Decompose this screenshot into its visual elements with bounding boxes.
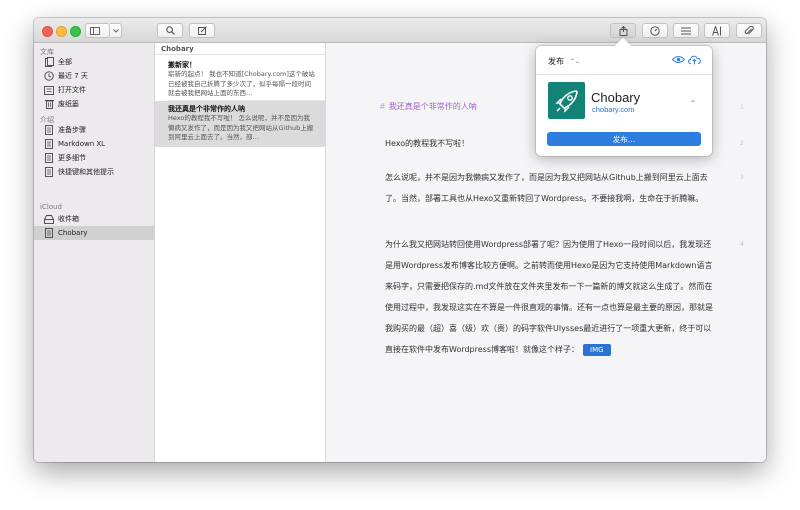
- outline-button[interactable]: [673, 23, 699, 38]
- library-sidebar: 文库 全部 最近 7 天 打开文件 废纸篓 介绍 准备步骤 Markdown X…: [34, 43, 155, 462]
- rocket-icon: [554, 89, 578, 113]
- paragraph-number: 4: [740, 241, 744, 248]
- divider: [155, 54, 326, 55]
- chevron-down-icon: [112, 28, 119, 33]
- preview-icon[interactable]: [672, 55, 685, 64]
- sidebar-item-markdown-xl[interactable]: Markdown XL: [34, 137, 154, 151]
- sheet-heading: # 我还真是个非常作的人呐: [379, 101, 477, 112]
- sidebar-item-last-7-days[interactable]: 最近 7 天: [34, 69, 154, 83]
- chevron-down-icon[interactable]: ⌄: [690, 96, 696, 104]
- sheet-preview: Hexo的教程我不写啦！ 怎么说呢，并不是因为我懒病又发作了，而是因为我又把网站…: [168, 114, 314, 141]
- paragraph-number: 2: [740, 140, 744, 147]
- paragraph: 怎么说呢，并不是因为我懒病又发作了，而是因为我又把网站从Github上搬到阿里云…: [385, 173, 708, 203]
- new-sheet-button[interactable]: [189, 23, 215, 38]
- sidebar-item-all[interactable]: 全部: [34, 55, 154, 69]
- trash-icon: [44, 99, 54, 109]
- inbox-icon: [44, 214, 54, 224]
- close-window-button[interactable]: [42, 26, 53, 37]
- paragraph: 为什么我又把网站转回使用Wordpress部署了呢？因为使用了Hexo一段时间以…: [385, 234, 715, 360]
- sheet-preview: 崭新的起点！ 我也不知道[Chobary.com]这个破站已经被我自己折腾了多少…: [168, 70, 315, 97]
- list-icon: [681, 27, 691, 34]
- paperclip-icon: [744, 25, 754, 34]
- minimize-window-button[interactable]: [56, 26, 67, 37]
- sidebar-item-label: 更多细节: [58, 154, 86, 162]
- toolbar: [34, 18, 766, 43]
- sidebar-item-label: Markdown XL: [58, 140, 106, 148]
- site-name: Chobary: [591, 90, 641, 105]
- sidebar-item-label: 打开文件: [58, 86, 86, 94]
- sheet-icon: [44, 167, 54, 177]
- sidebar-icon: [90, 26, 100, 35]
- compose-icon: [197, 26, 207, 35]
- divider: [536, 74, 712, 75]
- sheet-icon: [44, 125, 54, 135]
- publish-button[interactable]: 发布…: [547, 132, 701, 146]
- library-icon: [44, 57, 54, 67]
- site-url: chobary.com: [592, 105, 635, 114]
- text-style-icon: [712, 25, 721, 36]
- site-logo: [548, 82, 585, 119]
- publish-popover: 发布 ⌃⌄ Chobary chobary.com ⌄ 发布…: [536, 37, 712, 156]
- sidebar-item-label: 废纸篓: [58, 100, 79, 108]
- sheet-icon: [44, 153, 54, 163]
- typography-button[interactable]: [704, 23, 730, 38]
- search-button[interactable]: [157, 23, 183, 38]
- sheet-icon: [44, 139, 54, 149]
- sheet-card-selected[interactable]: 我还真是个非常作的人呐 Hexo的教程我不写啦！ 怎么说呢，并不是因为我懒病又发…: [155, 101, 325, 147]
- sheet-icon: [44, 228, 54, 238]
- sheet-title: 搬新家！: [168, 61, 196, 69]
- sidebar-item-shortcuts[interactable]: 快捷键和其他提示: [34, 165, 154, 179]
- chevron-up-down-icon: ⌃⌄: [570, 58, 581, 65]
- sheet-card[interactable]: 搬新家！ 崭新的起点！ 我也不知道[Chobary.com]这个破站已经被我自己…: [155, 57, 325, 97]
- sidebar-item-label: 收件箱: [58, 215, 79, 223]
- sidebar-item-preparation[interactable]: 准备步骤: [34, 123, 154, 137]
- section-label-icloud: iCloud: [40, 203, 62, 211]
- paragraph-text: 为什么我又把网站转回使用Wordpress部署了呢？因为使用了Hexo一段时间以…: [385, 240, 713, 354]
- share-icon: [619, 25, 627, 36]
- search-icon: [165, 26, 175, 35]
- sidebar-item-label: 最近 7 天: [58, 72, 88, 80]
- sidebar-item-open-files[interactable]: 打开文件: [34, 83, 154, 97]
- export-button[interactable]: [610, 23, 636, 38]
- publish-mode-value: 发布: [548, 57, 564, 66]
- image-placeholder[interactable]: IMG: [583, 343, 611, 356]
- sidebar-toggle-button[interactable]: [85, 23, 110, 38]
- view-menu-button[interactable]: [110, 23, 122, 38]
- heading-marker: #: [379, 102, 386, 111]
- clock-icon: [44, 71, 54, 81]
- zoom-window-button[interactable]: [70, 26, 81, 37]
- cloud-upload-icon[interactable]: [688, 55, 701, 65]
- sidebar-item-trash[interactable]: 废纸篓: [34, 97, 154, 111]
- paragraph-number: 3: [740, 174, 744, 181]
- paragraph-number: 1: [740, 104, 744, 111]
- sidebar-item-label: Chobary: [58, 229, 88, 237]
- open-files-icon: [44, 85, 54, 95]
- goals-button[interactable]: [642, 23, 668, 38]
- sidebar-item-label: 准备步骤: [58, 126, 86, 134]
- gauge-icon: [650, 25, 660, 36]
- sidebar-item-more-details[interactable]: 更多细节: [34, 151, 154, 165]
- sheet-title: 我还真是个非常作的人呐: [168, 105, 245, 113]
- sidebar-item-label: 全部: [58, 58, 72, 66]
- sidebar-item-inbox[interactable]: 收件箱: [34, 212, 154, 226]
- sheet-list-title: Chobary: [161, 45, 194, 53]
- attachments-button[interactable]: [736, 23, 762, 38]
- publish-mode-select[interactable]: 发布 ⌃⌄: [548, 56, 580, 67]
- heading-text: 我还真是个非常作的人呐: [388, 102, 477, 111]
- sidebar-item-label: 快捷键和其他提示: [58, 168, 114, 176]
- sheet-list: Chobary 搬新家！ 崭新的起点！ 我也不知道[Chobary.com]这个…: [155, 43, 326, 462]
- sidebar-item-chobary[interactable]: Chobary: [34, 226, 154, 240]
